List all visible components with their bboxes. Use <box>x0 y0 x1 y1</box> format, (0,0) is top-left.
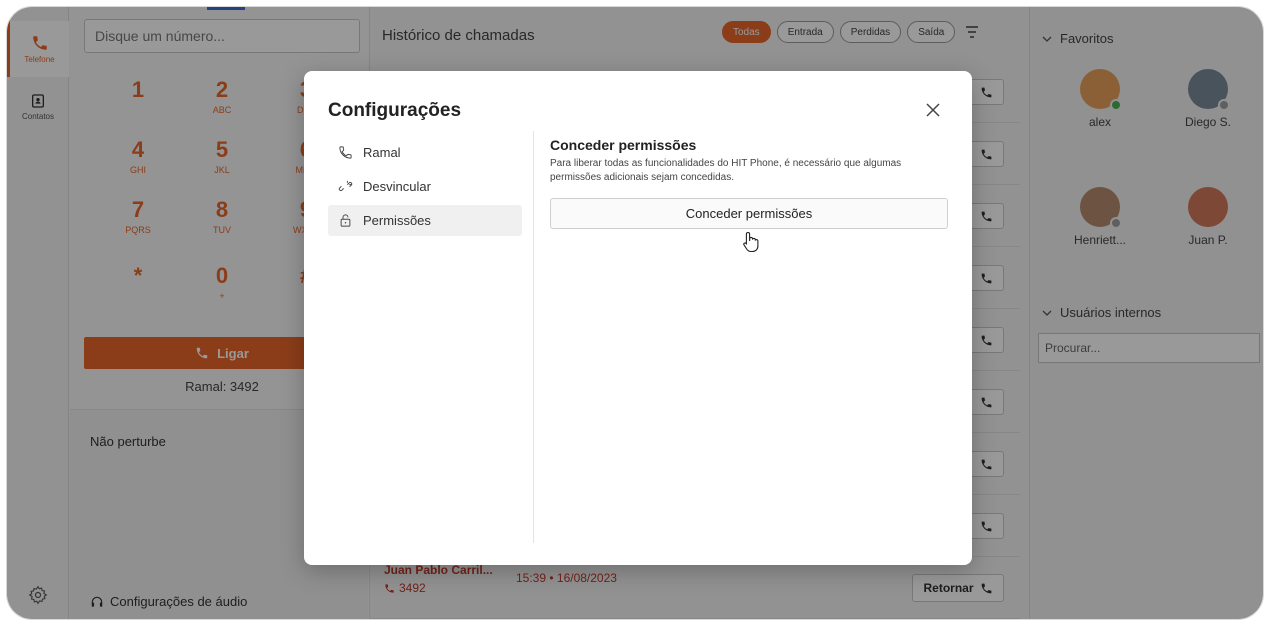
menu-item-label: Desvincular <box>363 179 431 194</box>
menu-divider <box>533 131 534 543</box>
menu-item-permissoes[interactable]: Permissões <box>328 205 522 236</box>
menu-item-desvincular[interactable]: Desvincular <box>328 171 522 202</box>
grant-permissions-button[interactable]: Conceder permissões <box>550 198 948 229</box>
unlink-icon <box>338 180 353 192</box>
app-window: Telefone Contatos Disque um número... 1 … <box>6 6 1264 620</box>
menu-item-label: Permissões <box>363 213 431 228</box>
permissions-content: Conceder permissões Para liberar todas a… <box>550 137 948 229</box>
settings-dialog: Configurações Ramal Desvincular Permissõ… <box>304 71 972 565</box>
menu-item-label: Ramal <box>363 145 401 160</box>
lock-open-icon <box>340 214 351 227</box>
menu-item-ramal[interactable]: Ramal <box>328 137 522 168</box>
permissions-heading: Conceder permissões <box>550 137 697 153</box>
hand-cursor-icon <box>743 231 759 253</box>
phone-outline-icon <box>339 146 352 159</box>
permissions-description: Para liberar todas as funcionalidades do… <box>550 158 902 183</box>
settings-menu: Ramal Desvincular Permissões <box>328 137 522 239</box>
close-icon <box>926 103 940 117</box>
close-button[interactable] <box>918 95 948 125</box>
dialog-title: Configurações <box>328 100 462 121</box>
